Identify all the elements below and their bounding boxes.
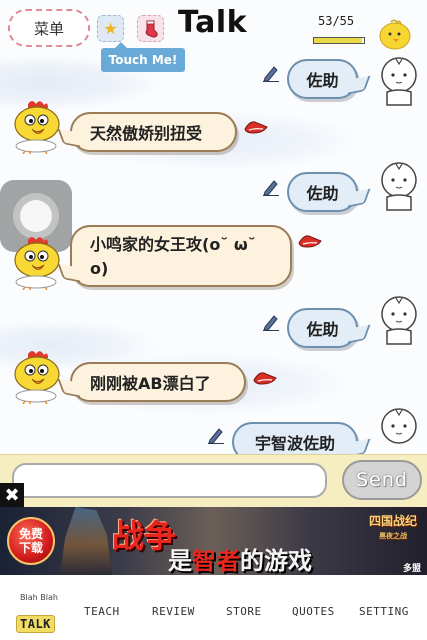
message-text: 佐助 [306, 71, 339, 90]
ad-slogan-part: 是 [168, 546, 192, 575]
blah-blah-doodle: Blah Blah [20, 593, 58, 602]
ad-slogan: 是智者的游戏 [168, 541, 312, 575]
message-text: 佐助 [306, 184, 339, 203]
chat-bubble-bot[interactable]: 天然傲娇别扭受 [70, 112, 237, 152]
message-text: 刚刚被AB漂白了 [90, 374, 211, 393]
pencil-icon[interactable] [207, 426, 225, 444]
message-counter: 53/55 [318, 14, 355, 28]
page-title: Talk [178, 5, 248, 40]
chicken-avatar[interactable] [8, 98, 64, 154]
red-mitten-icon[interactable] [297, 231, 323, 249]
ad-hero-figure [60, 507, 112, 575]
chick-icon[interactable] [377, 16, 413, 52]
stocking-glyph [145, 20, 158, 38]
ad-slogan-part: 的游戏 [240, 546, 312, 575]
user-avatar[interactable] [377, 160, 421, 212]
pencil-icon[interactable] [262, 64, 280, 82]
message-text: 佐助 [306, 320, 339, 339]
counter-progress-bar [313, 37, 365, 44]
close-ad-icon[interactable]: ✖ [0, 483, 24, 507]
ad-game-logo: 四国战纪 黑夜之战 [362, 512, 424, 552]
ad-network-brand: 多盟 [403, 564, 422, 574]
christmas-stocking-icon[interactable] [137, 15, 164, 42]
user-avatar[interactable] [377, 406, 421, 458]
tab-talk[interactable]: TALK [16, 615, 55, 633]
message-text: 天然傲娇别扭受 [90, 124, 203, 143]
ad-logo-subtitle: 黑夜之战 [379, 531, 407, 540]
red-mitten-icon[interactable] [252, 368, 278, 386]
chat-bubble-user[interactable]: 佐助 [287, 308, 358, 348]
ad-headline: 战争 [112, 517, 177, 555]
message-text: 宇智波佐助 [254, 434, 335, 453]
send-button[interactable]: Send [342, 460, 422, 500]
chat-bubble-bot[interactable]: 刚刚被AB漂白了 [70, 362, 246, 402]
touch-me-tooltip[interactable]: Touch Me! [101, 42, 185, 72]
chicken-avatar[interactable] [8, 234, 64, 290]
tab-teach[interactable]: TEACH [84, 605, 120, 618]
app-root: 菜单 ★ Talk Touch Me! 53/55 佐助 天然傲娇别扭受 佐助 … [0, 0, 427, 640]
ad-slogan-highlight: 智者 [192, 546, 240, 575]
ad-logo-title: 四国战纪 [368, 514, 417, 528]
chicken-avatar[interactable] [8, 348, 64, 404]
tab-bar: Blah Blah TALK TEACH REVIEW STORE QUOTES… [0, 575, 427, 640]
message-input[interactable] [12, 463, 327, 498]
user-avatar[interactable] [377, 294, 421, 346]
tab-store[interactable]: STORE [226, 605, 262, 618]
counter-progress-fill [314, 38, 362, 43]
user-avatar[interactable] [377, 55, 421, 107]
red-mitten-icon[interactable] [243, 117, 269, 135]
menu-button[interactable]: 菜单 [8, 9, 90, 47]
chat-bubble-user[interactable]: 佐助 [287, 172, 358, 212]
tab-setting[interactable]: SETTING [359, 605, 409, 618]
free-download-badge[interactable]: 免费 下载 [7, 517, 55, 565]
message-text: 小鸣家的女王攻(o˘ ω˘ o) [90, 235, 256, 278]
tab-review[interactable]: REVIEW [152, 605, 195, 618]
chat-bubble-user[interactable]: 佐助 [287, 59, 358, 99]
pencil-icon[interactable] [262, 178, 280, 196]
ad-banner[interactable]: 免费 下载 战争 是智者的游戏 四国战纪 黑夜之战 多盟 [0, 507, 427, 575]
input-bar: Send [0, 454, 427, 507]
tab-quotes[interactable]: QUOTES [292, 605, 335, 618]
star-icon[interactable]: ★ [97, 15, 124, 42]
pencil-icon[interactable] [262, 313, 280, 331]
chat-bubble-bot[interactable]: 小鸣家的女王攻(o˘ ω˘ o) [70, 225, 292, 287]
